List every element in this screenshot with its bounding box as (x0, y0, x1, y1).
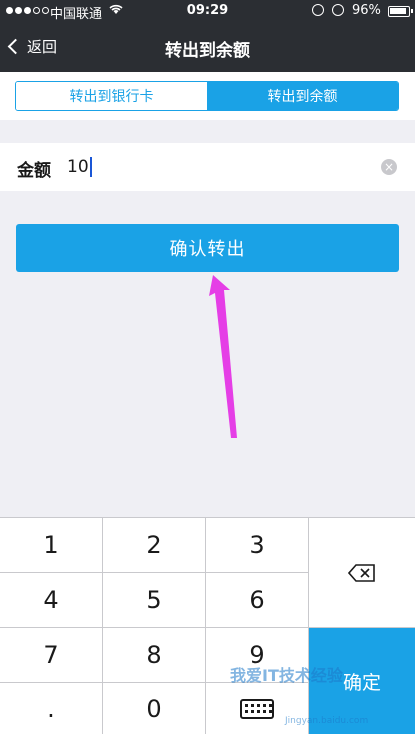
hide-keyboard-key[interactable] (206, 683, 309, 734)
backspace-key[interactable] (309, 518, 415, 628)
key-3[interactable]: 3 (206, 518, 309, 573)
key-8[interactable]: 8 (103, 628, 206, 683)
key-2[interactable]: 2 (103, 518, 206, 573)
key-0[interactable]: 0 (103, 683, 206, 734)
backspace-icon (348, 563, 375, 582)
numeric-keypad: 1 2 3 4 5 6 7 8 9 确定 . 0 (0, 517, 415, 734)
key-1[interactable]: 1 (0, 518, 103, 573)
keyboard-icon (240, 699, 274, 719)
key-4[interactable]: 4 (0, 573, 103, 628)
key-6[interactable]: 6 (206, 573, 309, 628)
watermark-url: Jingyan.baidu.com (285, 716, 369, 726)
watermark-text: 我爱IT技术经验 (230, 666, 343, 685)
key-5[interactable]: 5 (103, 573, 206, 628)
key-decimal[interactable]: . (0, 683, 103, 734)
key-7[interactable]: 7 (0, 628, 103, 683)
